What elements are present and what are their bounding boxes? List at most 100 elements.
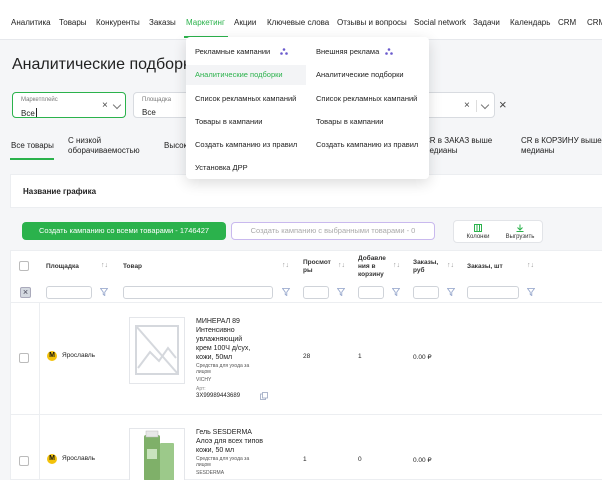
row-checkbox[interactable] (19, 456, 29, 466)
chevron-down-icon[interactable] (112, 100, 122, 110)
menu-item-external-campaign-list[interactable]: Список рекламных кампаний (316, 94, 417, 103)
clear-icon[interactable]: × (464, 100, 470, 111)
sort-icon[interactable]: ↑↓ (527, 262, 534, 269)
row-views: 28 (303, 353, 311, 360)
sort-icon[interactable]: ↑↓ (338, 262, 345, 269)
nav-products[interactable]: Товары (59, 18, 87, 27)
tab-active-indicator (10, 158, 54, 160)
row-platform: Ярославль (62, 352, 96, 359)
filter-cart-input[interactable] (358, 286, 384, 299)
menu-item-campaign-products[interactable]: Товары в кампании (195, 117, 262, 126)
filter-platform-input[interactable] (46, 286, 92, 299)
divider (39, 302, 40, 480)
ad-campaigns-icon (280, 48, 288, 55)
select-all-checkbox[interactable] (19, 261, 29, 271)
export-button[interactable]: Выгрузить (500, 224, 540, 240)
download-icon (516, 224, 524, 232)
header-product: Товар (123, 263, 143, 270)
filter-icon[interactable] (100, 288, 108, 296)
filter-icon[interactable] (527, 288, 535, 296)
product-brand: SESDERMA (196, 470, 225, 476)
row-cart: 1 (358, 353, 362, 360)
row-checkbox[interactable] (19, 353, 29, 363)
platform-value: Все (142, 108, 156, 117)
row-cart: 0 (358, 456, 362, 463)
page-title: Аналитические подборки (12, 56, 199, 73)
nav-social-network[interactable]: Social network (414, 18, 466, 27)
nav-analytics[interactable]: Аналитика (11, 18, 51, 27)
divider (10, 302, 602, 303)
nav-promotions[interactable]: Акции (234, 18, 256, 27)
image-placeholder-icon (135, 325, 179, 375)
nav-orders[interactable]: Заказы (149, 18, 176, 27)
menu-item-analytic-selections[interactable]: Аналитические подборки (195, 70, 283, 79)
clear-icon[interactable]: × (102, 100, 108, 111)
product-name[interactable]: Гель SESDERMA Алоэ для всех типов кожи, … (196, 428, 263, 455)
header-orders-rub: Заказы, руб (413, 259, 439, 274)
filter-orders-qty-input[interactable] (467, 286, 519, 299)
product-category: Средства для ухода за лицом (196, 363, 250, 375)
filter-icon[interactable] (392, 288, 400, 296)
sort-icon[interactable]: ↑↓ (393, 262, 400, 269)
menu-item-external-campaign-products[interactable]: Товары в кампании (316, 117, 383, 126)
product-image-placeholder (129, 317, 185, 384)
filter-views-input[interactable] (303, 286, 329, 299)
close-icon[interactable]: × (499, 97, 507, 112)
clear-filters-button[interactable]: × (20, 287, 31, 298)
nav-reviews[interactable]: Отзывы и вопросы (337, 18, 407, 27)
row-orders-rub: 0.00 ₽ (413, 457, 432, 464)
create-campaign-selected-button: Создать кампанию с выбранными товарами -… (231, 222, 435, 240)
products-table (10, 250, 602, 480)
yandex-market-logo: M (47, 351, 57, 361)
nav-crm-2[interactable]: CRM (587, 18, 602, 27)
product-photo (144, 430, 174, 480)
nav-marketing[interactable]: Маркетинг (186, 18, 225, 27)
filter-icon[interactable] (447, 288, 455, 296)
marketplace-select[interactable]: Маркетплейс Все × (12, 92, 126, 118)
filter-icon[interactable] (282, 288, 290, 296)
product-image (129, 428, 185, 480)
filter-orders-rub-input[interactable] (413, 286, 439, 299)
nav-crm[interactable]: CRM (558, 18, 576, 27)
tab-low-turnover[interactable]: С низкой оборачиваемостью (68, 136, 140, 156)
nav-tasks[interactable]: Задачи (473, 18, 500, 27)
filter-icon[interactable] (337, 288, 345, 296)
row-platform: Ярославль (62, 455, 96, 462)
menu-item-campaign-list[interactable]: Список рекламных кампаний (195, 94, 296, 103)
product-category: Средства для ухода за лицом (196, 456, 250, 468)
menu-item-external-create-from-rules[interactable]: Создать кампанию из правил (316, 140, 418, 149)
nav-calendar[interactable]: Календарь (510, 18, 550, 27)
sort-icon[interactable]: ↑↓ (447, 262, 454, 269)
marketing-dropdown-menu: Рекламные кампании Аналитические подборк… (186, 37, 429, 179)
platform-label: Площадка (142, 97, 172, 103)
tab-cr-order[interactable]: CR в ЗАКАЗ выше медианы (424, 136, 492, 156)
nav-competitors[interactable]: Конкуренты (96, 18, 140, 27)
product-name[interactable]: МИНЕРАЛ 89 Интенсивно увлажняющий крем 1… (196, 317, 250, 362)
product-brand: VICHY (196, 377, 212, 383)
menu-item-external-analytic-selections[interactable]: Аналитические подборки (316, 70, 404, 79)
create-campaign-all-button[interactable]: Создать кампанию со всеми товарами - 174… (22, 222, 226, 240)
tab-cr-cart[interactable]: CR в КОРЗИНУ выше медианы (521, 136, 602, 156)
sort-icon[interactable]: ↑↓ (282, 262, 289, 269)
menu-header-external-ads[interactable]: Внешняя реклама (316, 47, 379, 56)
header-platform: Площадка (46, 263, 79, 270)
filter-product-input[interactable] (123, 286, 273, 299)
export-label: Выгрузить (505, 234, 535, 240)
copy-icon[interactable] (260, 392, 268, 400)
marketplace-value: Все (21, 108, 37, 118)
row-orders-rub: 0.00 ₽ (413, 354, 432, 361)
product-art-label: Арт: (196, 386, 206, 392)
columns-button[interactable]: Колонки (458, 224, 498, 240)
external-ads-icon (385, 48, 393, 55)
tab-all-products[interactable]: Все товары (11, 141, 54, 151)
menu-item-drr-setup[interactable]: Установка ДРР (195, 163, 248, 172)
sort-icon[interactable]: ↑↓ (101, 262, 108, 269)
yandex-market-logo: M (47, 454, 57, 464)
columns-label: Колонки (466, 234, 490, 240)
chevron-down-icon[interactable] (480, 100, 490, 110)
tab-high[interactable]: Высок (164, 141, 187, 151)
menu-header-ad-campaigns[interactable]: Рекламные кампании (195, 47, 270, 56)
marketplace-label: Маркетплейс (21, 97, 58, 103)
nav-keywords[interactable]: Ключевые слова (267, 18, 329, 27)
menu-item-create-from-rules[interactable]: Создать кампанию из правил (195, 140, 297, 149)
